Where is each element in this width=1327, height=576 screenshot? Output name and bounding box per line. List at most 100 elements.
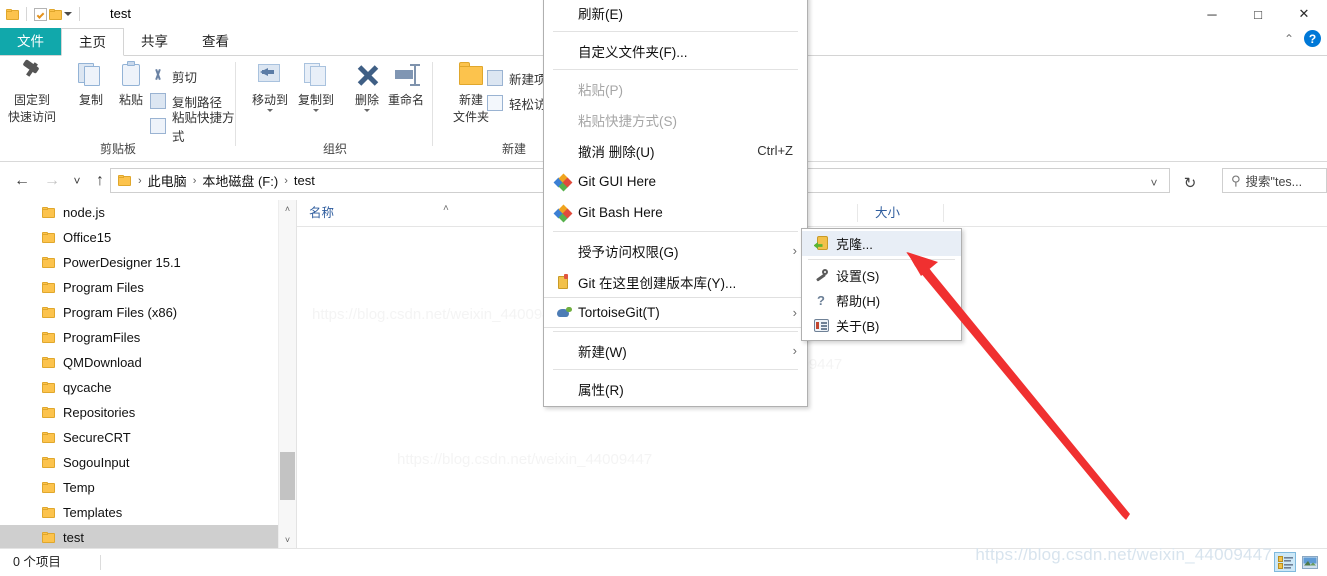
- menu-item-git-bash-here[interactable]: Git Bash Here: [544, 197, 807, 228]
- submenu-item-clone[interactable]: 克隆...: [802, 231, 961, 256]
- search-placeholder: 搜索"tes...: [1245, 175, 1303, 189]
- folder-icon: [42, 482, 55, 493]
- submenu-item-settings[interactable]: 设置(S): [802, 263, 961, 288]
- folder-icon: [42, 282, 55, 293]
- rename-icon: [391, 60, 421, 90]
- menu-item-label: Git Bash Here: [578, 205, 663, 220]
- recent-locations-button[interactable]: ˅: [65, 169, 89, 193]
- menu-item-git-create-repository[interactable]: Git 在这里创建版本库(Y)...: [544, 266, 807, 297]
- tab-file[interactable]: 文件: [0, 28, 61, 56]
- back-button[interactable]: ←: [10, 169, 34, 193]
- copy-path-icon: [150, 93, 166, 109]
- divider: [432, 62, 433, 146]
- navigation-pane-scrollbar[interactable]: ˄ ˅: [278, 200, 296, 548]
- submenu-item-help[interactable]: ? 帮助(H): [802, 288, 961, 313]
- menu-item-label: 撤消 删除(U): [578, 144, 655, 160]
- close-button[interactable]: ✕: [1281, 0, 1327, 28]
- checkbox-checked-icon[interactable]: [34, 7, 47, 21]
- chevron-right-icon: ›: [792, 243, 797, 258]
- tree-item-powerdesigner[interactable]: PowerDesigner 15.1: [0, 250, 296, 275]
- collapse-ribbon-icon[interactable]: ⌃: [1284, 32, 1294, 46]
- chevron-down-icon[interactable]: [313, 109, 319, 112]
- tree-item-sogouinput[interactable]: SogouInput: [0, 450, 296, 475]
- address-dropdown-button[interactable]: ˅: [1142, 171, 1166, 195]
- copy-to-button[interactable]: 复制到: [287, 60, 345, 112]
- menu-item-label: 刷新(E): [578, 6, 623, 22]
- git-icon: [552, 173, 574, 191]
- folder-icon[interactable]: [49, 8, 62, 20]
- rename-button[interactable]: 重命名: [377, 60, 435, 107]
- tab-view[interactable]: 查看: [185, 28, 246, 56]
- chevron-down-icon[interactable]: [64, 12, 72, 16]
- tree-item-templates[interactable]: Templates: [0, 500, 296, 525]
- tree-item-nodejs[interactable]: node.js: [0, 200, 296, 225]
- up-button[interactable]: ↑: [88, 169, 112, 193]
- menu-item-properties[interactable]: 属性(R): [544, 373, 807, 404]
- tree-item-label: Templates: [63, 505, 123, 520]
- minimize-button[interactable]: ─: [1189, 0, 1235, 28]
- menu-item-label: 新建(W): [578, 344, 627, 360]
- csdn-watermark: https://blog.csdn.net/weixin_44009447: [975, 545, 1272, 564]
- folder-icon[interactable]: [6, 8, 19, 20]
- help-icon[interactable]: ?: [1304, 30, 1321, 47]
- submenu-item-about[interactable]: 关于(B): [802, 313, 961, 338]
- tree-item-program-files[interactable]: Program Files: [0, 275, 296, 300]
- tree-item-test[interactable]: test: [0, 525, 296, 548]
- submenu-item-label: 帮助(H): [836, 294, 881, 309]
- settings-icon: [810, 268, 832, 283]
- folder-icon: [42, 382, 55, 393]
- column-divider[interactable]: [857, 204, 858, 222]
- refresh-button[interactable]: ↻: [1178, 171, 1202, 195]
- breadcrumb-drive-f[interactable]: 本地磁盘 (F:): [199, 171, 281, 190]
- tree-item-program-files-x86[interactable]: Program Files (x86): [0, 300, 296, 325]
- chevron-down-icon[interactable]: [364, 109, 370, 112]
- maximize-button[interactable]: □: [1235, 0, 1281, 28]
- cut-button[interactable]: 剪切: [150, 64, 197, 88]
- breadcrumb-this-pc[interactable]: 此电脑: [145, 171, 190, 190]
- submenu-item-label: 关于(B): [836, 319, 880, 334]
- paste-shortcut-button[interactable]: 粘贴快捷方式: [150, 111, 236, 144]
- column-header-name[interactable]: 名称: [297, 200, 543, 226]
- scroll-down-icon[interactable]: ˅: [279, 531, 296, 548]
- tab-home[interactable]: 主页: [61, 28, 124, 56]
- tortoisegit-submenu: 克隆... 设置(S) ? 帮助(H) 关于(B): [801, 228, 962, 341]
- menu-item-refresh[interactable]: 刷新(E): [544, 0, 807, 28]
- scrollbar-thumb[interactable]: [280, 452, 295, 500]
- search-box[interactable]: ⚲ 搜索"tes...: [1222, 168, 1327, 193]
- tree-item-securecrt[interactable]: SecureCRT: [0, 425, 296, 450]
- menu-item-new[interactable]: 新建(W) ›: [544, 335, 807, 366]
- folder-icon: [42, 257, 55, 268]
- tree-item-qycache[interactable]: qycache: [0, 375, 296, 400]
- divider: [79, 7, 80, 21]
- window-controls: ─ □ ✕: [1189, 0, 1327, 28]
- breadcrumb-test[interactable]: test: [291, 173, 318, 188]
- pin-to-quick-access-button[interactable]: 固定到 快速访问: [3, 60, 61, 124]
- tree-item-label: Program Files (x86): [63, 305, 178, 320]
- tree-item-office15[interactable]: Office15: [0, 225, 296, 250]
- chevron-down-icon[interactable]: [267, 109, 273, 112]
- folder-icon: [118, 175, 131, 186]
- scroll-up-icon[interactable]: ˄: [279, 200, 296, 217]
- tree-item-temp[interactable]: Temp: [0, 475, 296, 500]
- column-divider[interactable]: [943, 204, 944, 222]
- pin-label-2: 快速访问: [7, 110, 56, 124]
- git-icon: [552, 204, 574, 222]
- tree-item-programfiles[interactable]: ProgramFiles: [0, 325, 296, 350]
- quick-access-toolbar: [0, 0, 85, 28]
- details-view-icon[interactable]: [1274, 552, 1296, 572]
- column-header-size[interactable]: 大小: [863, 200, 943, 226]
- tab-share[interactable]: 共享: [124, 28, 185, 56]
- tree-item-qmdownload[interactable]: QMDownload: [0, 350, 296, 375]
- scissors-icon: [150, 68, 166, 84]
- menu-item-grant-access[interactable]: 授予访问权限(G) ›: [544, 235, 807, 266]
- chevron-right-icon: ›: [792, 305, 797, 320]
- forward-button[interactable]: →: [40, 169, 64, 193]
- menu-item-tortoisegit[interactable]: TortoiseGit(T) ›: [544, 297, 807, 328]
- help-icon: ?: [817, 293, 825, 308]
- tree-item-repositories[interactable]: Repositories: [0, 400, 296, 425]
- menu-item-customize-folder[interactable]: 自定义文件夹(F)...: [544, 35, 807, 66]
- pin-icon: [17, 60, 47, 90]
- menu-item-git-gui-here[interactable]: Git GUI Here: [544, 166, 807, 197]
- thumbnail-view-icon[interactable]: [1299, 552, 1321, 572]
- menu-item-undo-delete[interactable]: 撤消 删除(U) Ctrl+Z: [544, 135, 807, 166]
